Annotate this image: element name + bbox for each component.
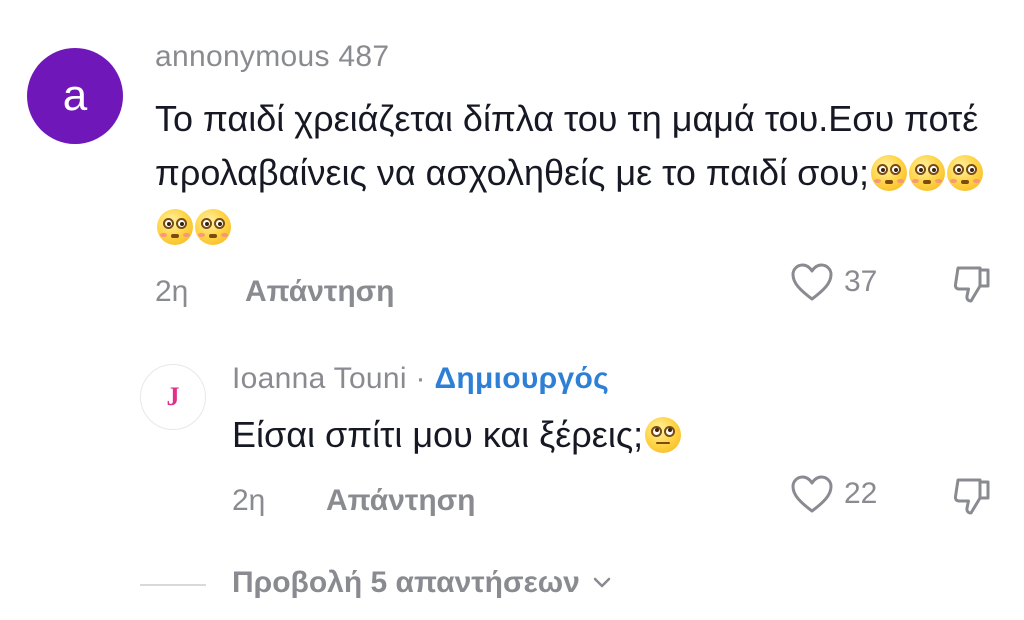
- separator: ·: [415, 362, 426, 395]
- flushed-face-icon: [195, 209, 231, 245]
- heart-icon: [791, 475, 833, 513]
- reply-like-count: 22: [844, 477, 878, 510]
- thumbs-down-icon: [953, 478, 990, 515]
- creator-badge: Δημιουργός: [434, 362, 609, 395]
- dislike-button[interactable]: [950, 262, 994, 306]
- reply-like-button[interactable]: 22: [790, 474, 877, 514]
- flushed-face-icon: [909, 155, 946, 191]
- reply-username[interactable]: Ioanna Touni: [232, 362, 407, 395]
- avatar-letter: a: [62, 71, 88, 120]
- comment-time: 2η: [155, 275, 189, 308]
- flushed-face-icon: [157, 209, 193, 245]
- comments-section: a annonymous 487 Το παιδί χρειάζεται δίπ…: [0, 0, 1024, 620]
- flushed-face-icon: [871, 155, 908, 191]
- reply-avatar-letter: J: [166, 382, 180, 411]
- avatar[interactable]: a: [27, 48, 123, 144]
- divider: [140, 584, 206, 586]
- view-replies-label: Προβολή 5 απαντήσεων: [232, 566, 580, 599]
- thumbs-down-icon: [953, 266, 990, 303]
- heart-icon: [791, 263, 833, 301]
- comment-text: Το παιδί χρειάζεται δίπλα του τη μαμά το…: [155, 92, 995, 254]
- reply-dislike-button[interactable]: [950, 474, 994, 518]
- reply-time: 2η: [232, 484, 266, 517]
- rolling-eyes-face-icon: [645, 417, 682, 453]
- reply-text: Είσαι σπίτι μου και ξέρεις;: [232, 408, 682, 462]
- reply-reply-button[interactable]: Απάντηση: [326, 484, 476, 518]
- reply-username-row: Ioanna Touni · Δημιουργός: [232, 362, 609, 396]
- comment-username[interactable]: annonymous 487: [155, 40, 389, 74]
- reply-avatar[interactable]: J: [140, 364, 206, 430]
- like-count: 37: [844, 265, 878, 298]
- flushed-face-icon: [947, 155, 984, 191]
- view-replies-button[interactable]: Προβολή 5 απαντήσεων: [232, 566, 612, 600]
- reply-body: Είσαι σπίτι μου και ξέρεις;: [232, 414, 644, 455]
- comment-body: Το παιδί χρειάζεται δίπλα του τη μαμά το…: [155, 98, 979, 193]
- chevron-down-icon: [593, 577, 611, 588]
- reply-button[interactable]: Απάντηση: [245, 275, 395, 309]
- like-button[interactable]: 37: [790, 262, 877, 302]
